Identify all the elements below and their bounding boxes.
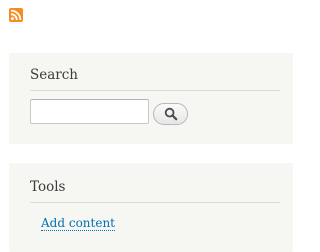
tools-block: Tools Add content [9,163,293,252]
add-content-link[interactable]: Add content [41,216,115,231]
search-block-title: Search [30,67,78,83]
search-block: Search [9,53,293,144]
magnifier-icon [164,107,177,121]
tools-block-title: Tools [30,179,66,195]
rss-feed-icon[interactable] [9,7,23,22]
search-input[interactable] [30,99,149,124]
tools-block-divider [30,202,280,203]
search-block-divider [30,90,280,91]
search-button[interactable] [153,103,188,125]
rss-icon-graphic [9,8,23,22]
